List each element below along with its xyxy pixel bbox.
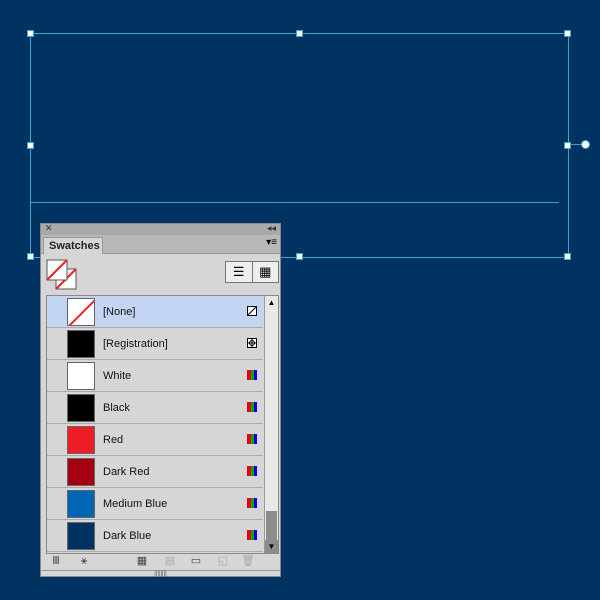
swatch-name: Medium Blue (103, 498, 168, 510)
resize-handle-bottom[interactable] (296, 253, 303, 260)
registration-icon (247, 338, 257, 348)
swatch-chip (67, 330, 95, 358)
resize-handle-tl[interactable] (27, 30, 34, 37)
scroll-down-icon[interactable]: ▼ (265, 540, 278, 553)
text-baseline (31, 202, 559, 203)
grid-view-icon[interactable]: ▦ (253, 262, 279, 282)
trash-icon[interactable]: 🗑 (241, 554, 255, 568)
rgb-icon (247, 402, 257, 412)
out-port-handle[interactable] (581, 140, 590, 149)
swatch-name: [Registration] (103, 338, 168, 350)
fill-stroke-icon[interactable] (46, 259, 78, 291)
swatch-name: Red (103, 434, 124, 446)
scroll-up-icon[interactable]: ▲ (265, 296, 278, 309)
resize-handle-top[interactable] (296, 30, 303, 37)
none-swatch-chip (67, 298, 95, 326)
scroll-thumb[interactable] (266, 511, 277, 541)
resize-handle-br[interactable] (564, 253, 571, 260)
swatch-libraries-icon[interactable]: Ⅲ (49, 554, 63, 568)
swatch-options-button-icon[interactable]: ▤ (163, 554, 177, 568)
swatch-chip (67, 362, 95, 390)
swatch-name: [None] (103, 306, 136, 318)
swatch-chip (67, 522, 95, 550)
swatch-name: White (103, 370, 132, 382)
double-chevron-left-icon[interactable]: ◂◂ (267, 223, 276, 234)
swatch-chip (67, 490, 95, 518)
rgb-icon (247, 434, 257, 444)
swatch-row[interactable]: [Registration] (47, 328, 263, 360)
swatch-list: Dark Blue Medium Blue Dark Red Red Black Whit… (46, 295, 279, 554)
panel-titlebar[interactable]: ✕ ◂◂ (41, 223, 280, 235)
resize-handle-bl[interactable] (27, 253, 34, 260)
swatch-row[interactable]: Red (47, 424, 263, 456)
resize-handle-tr[interactable] (564, 30, 571, 37)
swatches-panel: ✕ ◂◂ Swatches ▾≡ ☰ ▦ Dark Blue Medium Blu… (40, 223, 281, 577)
rgb-icon (247, 530, 257, 540)
rgb-icon (247, 466, 257, 476)
swatch-chip (67, 394, 95, 422)
swatch-row[interactable]: White (47, 360, 263, 392)
scrollbar[interactable]: ▲ ▼ (264, 296, 278, 553)
swatch-name: Black (103, 402, 130, 414)
list-view-icon[interactable]: ☰ (226, 262, 253, 282)
rgb-icon (247, 370, 257, 380)
swatch-chip (67, 458, 95, 486)
view-toggle: ☰ ▦ (225, 261, 279, 283)
resize-grip[interactable]: |||||||| (41, 570, 280, 577)
swatch-name: Dark Red (103, 466, 150, 478)
swatch-name: Dark Blue (103, 530, 152, 542)
none-icon (247, 306, 257, 316)
show-swatch-kinds-icon[interactable]: ▦ (135, 554, 149, 568)
swatch-options-icon[interactable]: ⚹ (77, 554, 91, 568)
swatch-chip (67, 426, 95, 454)
swatch-row[interactable]: Dark Red (47, 456, 263, 488)
swatch-row[interactable]: [None] (47, 296, 263, 328)
tab-row: Swatches ▾≡ (41, 235, 280, 254)
swatch-row[interactable]: Black (47, 392, 263, 424)
rgb-icon (247, 498, 257, 508)
swatch-row[interactable]: Medium Blue (47, 488, 263, 520)
close-icon[interactable]: ✕ (45, 223, 53, 234)
panel-menu-icon[interactable]: ▾≡ (266, 237, 277, 248)
swatch-row[interactable]: Dark Blue (47, 520, 263, 552)
panel-footer: Ⅲ ⚹ ▦ ▤ ▭ ◱ 🗑 (41, 554, 280, 571)
new-group-folder-icon[interactable]: ▭ (189, 554, 203, 568)
resize-handle-left[interactable] (27, 142, 34, 149)
new-swatch-icon[interactable]: ◱ (216, 554, 230, 568)
tab-swatches[interactable]: Swatches (43, 237, 103, 254)
